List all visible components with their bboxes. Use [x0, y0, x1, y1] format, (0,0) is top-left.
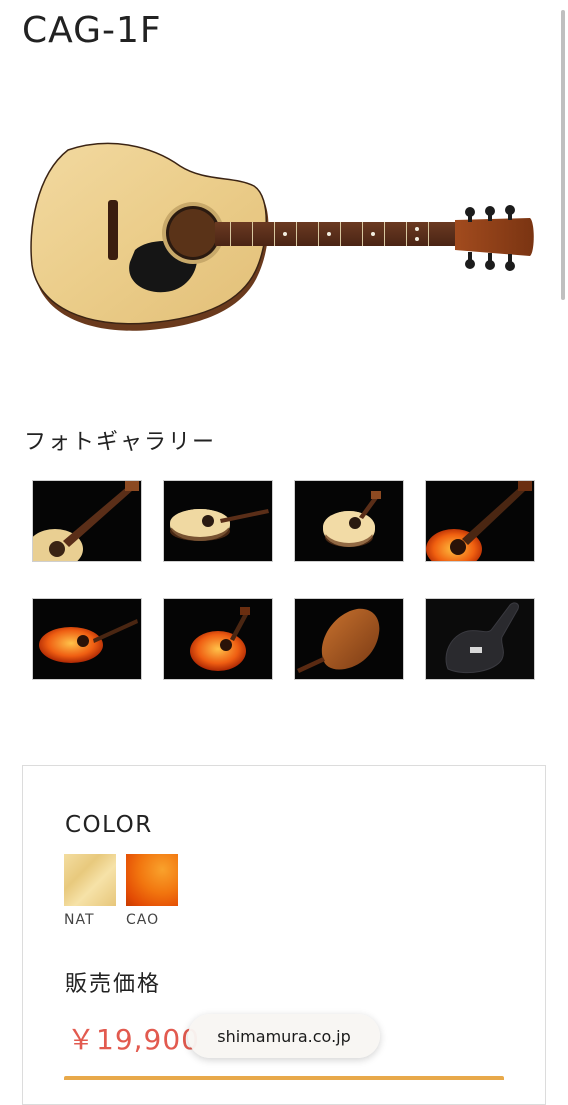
- product-hero-image: [30, 142, 534, 331]
- gallery-thumb-5[interactable]: [32, 598, 142, 680]
- color-swatch-nat[interactable]: [64, 854, 116, 906]
- gallery-thumb-6[interactable]: [163, 598, 273, 680]
- browser-address-pill[interactable]: shimamura.co.jp: [188, 1014, 380, 1058]
- gallery-thumb-3[interactable]: [294, 480, 404, 562]
- color-swatches: NAT CAO: [64, 854, 178, 928]
- photo-gallery: [32, 480, 536, 680]
- guitar-photo-icon: [33, 481, 141, 561]
- product-title: CAG-1F: [22, 10, 162, 51]
- add-to-cart-button[interactable]: [64, 1076, 504, 1080]
- color-option-cao[interactable]: CAO: [126, 854, 178, 928]
- scrollbar[interactable]: [561, 10, 565, 300]
- color-name-cao: CAO: [126, 912, 160, 928]
- gallery-title: フォトギャラリー: [24, 430, 217, 455]
- browser-domain: shimamura.co.jp: [217, 1026, 351, 1046]
- color-swatch-cao[interactable]: [126, 854, 178, 906]
- gallery-thumb-2[interactable]: [163, 480, 273, 562]
- color-option-nat[interactable]: NAT: [64, 854, 116, 928]
- price-label: 販売価格: [65, 972, 162, 997]
- gallery-thumb-4[interactable]: [425, 480, 535, 562]
- color-name-nat: NAT: [64, 912, 95, 928]
- gallery-thumb-1[interactable]: [32, 480, 142, 562]
- price-value: ￥19,900: [67, 1023, 200, 1056]
- gallery-thumb-7[interactable]: [294, 598, 404, 680]
- color-label: COLOR: [65, 812, 153, 838]
- gallery-thumb-8[interactable]: [425, 598, 535, 680]
